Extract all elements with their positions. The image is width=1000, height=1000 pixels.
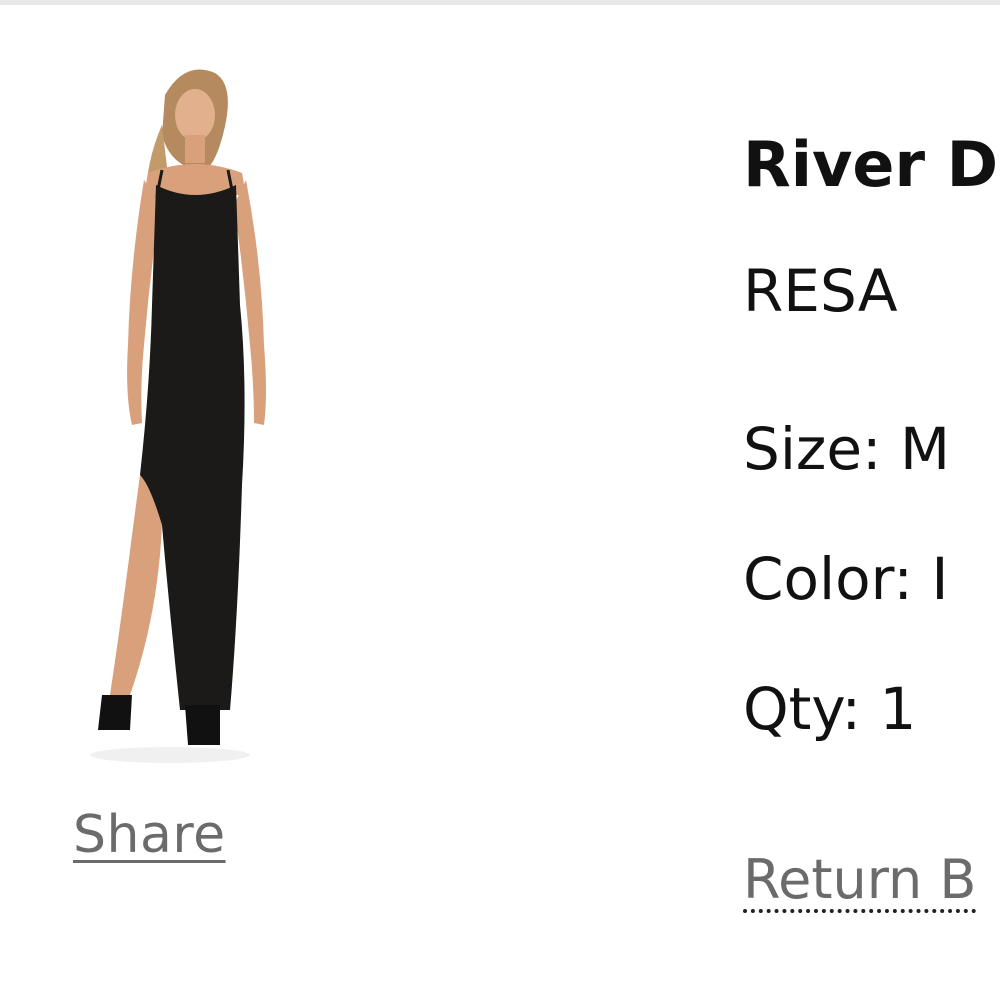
order-item-card: Share River D RESA Size: M Color: I Qty:… [0, 0, 1000, 1000]
brand-name: RESA [743, 257, 898, 325]
product-details: River D RESA Size: M Color: I Qty: 1 [743, 120, 1000, 820]
product-image[interactable] [70, 55, 320, 770]
share-link[interactable]: Share [73, 805, 226, 865]
top-divider [0, 0, 1000, 5]
product-name[interactable]: River D [743, 128, 998, 201]
dress-photo-icon [90, 69, 266, 763]
color-text: Color: I [743, 545, 949, 613]
size-text: Size: M [743, 415, 951, 483]
quantity-text: Qty: 1 [743, 675, 917, 743]
return-link[interactable]: Return B [743, 851, 977, 913]
